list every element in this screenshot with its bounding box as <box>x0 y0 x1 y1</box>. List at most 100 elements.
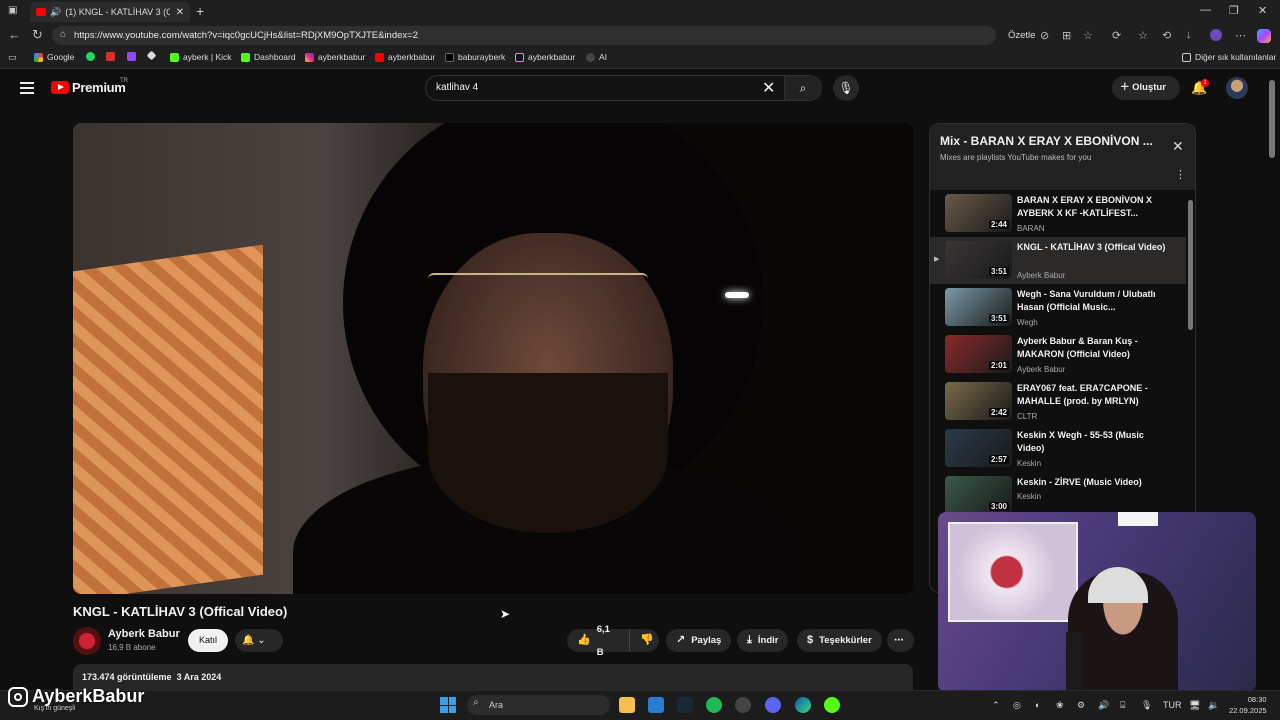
site-info-icon[interactable]: ⌂ <box>60 29 66 40</box>
clear-search-icon[interactable]: ✕ <box>762 78 775 98</box>
start-button[interactable] <box>440 697 456 713</box>
favorites-icon[interactable]: ☆ <box>1138 29 1148 42</box>
tray-chevron-icon[interactable]: ⌃ <box>992 700 1000 711</box>
speaker-icon[interactable]: 🔊 <box>50 7 61 18</box>
history-icon[interactable]: ⟲ <box>1162 29 1171 42</box>
page-scrollbar-thumb[interactable] <box>1269 80 1275 158</box>
premium-logo[interactable]: Premium <box>72 80 126 95</box>
close-playlist-icon[interactable]: ✕ <box>1172 138 1184 155</box>
playlist-thumbnail[interactable]: 3:51 <box>945 241 1012 279</box>
playlist-item-title[interactable]: BARAN X ERAY X EBONİVON X AYBERK X KF -K… <box>1017 194 1167 220</box>
more-menu-icon[interactable]: ⋯ <box>1235 29 1246 42</box>
app-icon[interactable] <box>735 697 751 713</box>
bookmark-x[interactable]: baburayberk <box>445 52 505 62</box>
bookmark-whatsapp[interactable] <box>86 52 99 61</box>
playlist-item-title[interactable]: Wegh - Sana Vuruldum / Ulubatlı Hasan (O… <box>1017 288 1167 314</box>
network-icon[interactable]: ⌸ <box>1120 700 1125 711</box>
bookmark-misc[interactable] <box>146 50 159 61</box>
bookmark-tiktok[interactable]: ayberkbabur <box>515 52 575 62</box>
tray-steam-icon[interactable]: ⚙ <box>1077 700 1085 711</box>
bookmark-gmail[interactable] <box>106 52 119 61</box>
tray-app-icon[interactable]: ◐ <box>1035 700 1040 710</box>
language-indicator[interactable]: TUR <box>1163 700 1182 710</box>
spotify-icon[interactable] <box>706 697 722 713</box>
kick-app-icon[interactable] <box>824 697 840 713</box>
bookmark-dashboard[interactable]: Dashboard <box>241 52 296 62</box>
address-bar[interactable]: https://www.youtube.com/watch?v=iqc0gcUC… <box>52 26 996 45</box>
youtube-logo-icon[interactable] <box>51 81 69 94</box>
bookmark-instagram[interactable]: ayberkbabur <box>305 52 365 62</box>
bookmark-kick[interactable]: ayberk | Kick <box>170 52 232 62</box>
system-clock[interactable]: 08:30 22.09.2025 <box>1229 694 1267 716</box>
downloads-icon[interactable]: ↓ <box>1186 29 1192 41</box>
window-menu-icon[interactable]: ▣ <box>8 5 17 16</box>
menu-icon[interactable] <box>20 82 34 97</box>
search-input[interactable]: katlihav 4 <box>425 75 785 101</box>
network-wired-icon[interactable]: 🖥 <box>1189 700 1200 711</box>
playlist-item-title[interactable]: Keskin - ZİRVE (Music Video) <box>1017 476 1167 489</box>
discord-icon[interactable] <box>765 697 781 713</box>
playlist-thumbnail[interactable]: 2:44 <box>945 194 1012 232</box>
file-explorer-icon[interactable] <box>619 697 635 713</box>
playlist-scrollbar[interactable] <box>1188 200 1193 330</box>
back-icon[interactable]: ← <box>8 27 21 42</box>
voice-search-button[interactable]: 🎙 <box>833 75 859 101</box>
playlist-title[interactable]: Mix - BARAN X ERAY X EBONİVON ... <box>940 134 1160 148</box>
playlist-more-icon[interactable]: ⋮ <box>1175 168 1186 181</box>
create-button[interactable]: ＋ Oluştur <box>1112 76 1180 100</box>
sync-icon[interactable]: ⟳ <box>1112 29 1121 42</box>
close-window-button[interactable]: ✕ <box>1258 4 1267 17</box>
store-icon[interactable] <box>648 697 664 713</box>
other-bookmarks[interactable]: Diğer sık kullanılanlar <box>1182 52 1276 62</box>
bookmark-google[interactable]: Google <box>34 52 74 62</box>
copilot-icon[interactable] <box>1257 29 1271 43</box>
close-tab-icon[interactable]: ✕ <box>176 7 184 18</box>
download-button[interactable]: ⤓ İndir <box>737 629 789 652</box>
dislike-button[interactable]: 👎 <box>629 629 659 652</box>
more-actions-button[interactable]: ⋯ <box>887 629 914 652</box>
profile-icon[interactable] <box>1210 29 1222 41</box>
playlist-thumbnail[interactable]: 3:51 <box>945 288 1012 326</box>
thanks-button[interactable]: $ Teşekkürler <box>797 629 882 652</box>
channel-name[interactable]: Ayberk Babur <box>108 628 180 640</box>
bookmark-youtube[interactable]: ayberkbabur <box>375 52 435 62</box>
description-box[interactable]: 173.474 görüntüleme 3 Ara 2024 <box>73 664 913 690</box>
refresh-icon[interactable]: ↻ <box>32 27 43 43</box>
account-avatar[interactable] <box>1226 77 1248 99</box>
playlist-item-title[interactable]: Ayberk Babur & Baran Kuş - MAKARON (Offi… <box>1017 335 1167 361</box>
playlist-item-title[interactable]: Keskin X Wegh - 55-53 (Music Video) <box>1017 429 1167 455</box>
like-button[interactable]: 👍 6,1 B <box>567 624 629 658</box>
playlist-item-title[interactable]: KNGL - KATLİHAV 3 (Offical Video) <box>1017 241 1167 254</box>
channel-avatar[interactable] <box>73 627 101 655</box>
mic-tray-icon[interactable]: 🎙 <box>1141 700 1152 711</box>
tray-app-icon[interactable]: ❀ <box>1056 700 1064 711</box>
minimize-button[interactable]: — <box>1200 4 1211 16</box>
page-scrollbar[interactable] <box>1268 70 1276 690</box>
search-button[interactable]: ⌕ <box>784 75 822 101</box>
video-player[interactable] <box>73 123 913 594</box>
edge-icon[interactable] <box>795 697 811 713</box>
summarize-button[interactable]: Özetle <box>1008 30 1035 41</box>
bookmark-twitch[interactable] <box>127 52 140 61</box>
apps-icon[interactable]: ⊞ <box>1062 29 1071 42</box>
new-tab-button[interactable]: + <box>196 3 204 19</box>
volume-icon[interactable]: 🔊 <box>1098 700 1109 711</box>
bookmark-ai[interactable]: AI <box>586 52 607 62</box>
subscription-bell-button[interactable]: 🔔 ⌄ <box>235 629 283 652</box>
playlist-thumbnail[interactable]: 2:42 <box>945 382 1012 420</box>
speaker-tray-icon[interactable]: 🔉 <box>1208 700 1219 711</box>
steam-icon[interactable] <box>677 697 693 713</box>
translate-icon[interactable]: ⊘ <box>1040 29 1049 42</box>
browser-tab-active[interactable]: 🔊 (1) KNGL - KATLİHAV 3 (Offic... ✕ <box>30 2 190 22</box>
playlist-thumbnail[interactable]: 2:57 <box>945 429 1012 467</box>
favorite-star-icon[interactable]: ☆ <box>1083 29 1093 42</box>
share-button[interactable]: ↗ Paylaş <box>666 629 732 652</box>
tray-app-icon[interactable]: ◎ <box>1013 700 1021 711</box>
playlist-thumbnail[interactable]: 3:00 <box>945 476 1012 514</box>
tabs-icon[interactable]: ▭ <box>8 52 17 63</box>
taskbar-search[interactable]: Ara <box>467 695 610 715</box>
playlist-thumbnail[interactable]: 2:01 <box>945 335 1012 373</box>
maximize-button[interactable]: ❐ <box>1229 4 1239 17</box>
join-button[interactable]: Katıl <box>188 629 228 652</box>
playlist-item-title[interactable]: ERAY067 feat. ERA7CAPONE - MAHALLE (prod… <box>1017 382 1167 408</box>
